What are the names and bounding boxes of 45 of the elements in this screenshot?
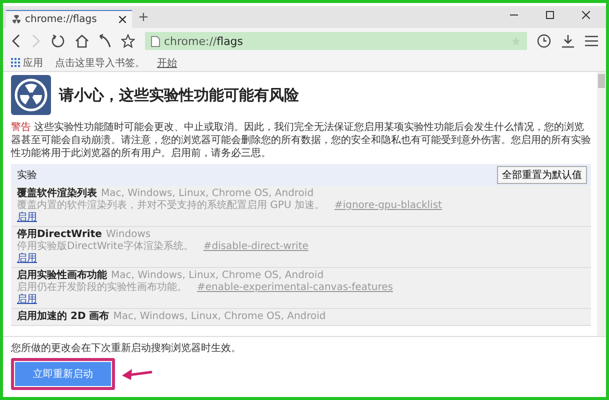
warning-paragraph: 警告 这些实验性功能随时可能会更改、中止或取消。因此，我们完全无法保证您启用某项实验性功能后会发生什么情况，您的浏览器甚至可能会自动崩溃。请注意，您的浏览器可能会删除您的所有数据，您的安全和隐私也有可能受到意外伤害。您启用的所有实验性功能将用于此浏览器的所有用户。启用前，请务必三思。	[11, 121, 591, 160]
experiment-name: 停用DirectWrite	[17, 229, 102, 240]
download-icon[interactable]	[561, 34, 575, 48]
platforms-text: Windows	[106, 229, 151, 240]
warning-title: 请小心，这些实验性功能可能有风险	[59, 86, 299, 104]
import-bookmarks-hint: 点击这里导入书签。	[55, 56, 145, 70]
experiment-description: 覆盖内置的软件渲染列表，并对不受支持的系统配置启用 GPU 加速。	[17, 200, 324, 212]
close-icon[interactable]	[582, 11, 590, 19]
platforms-text: Mac, Windows, Linux, Chrome OS, Android	[101, 188, 314, 200]
platforms-text: Mac, Windows, Linux, Chrome OS, Android	[111, 270, 324, 282]
tab-title: chrome://flags	[25, 14, 98, 25]
apps-shortcut[interactable]: 应用	[11, 56, 43, 70]
grid-icon	[11, 58, 20, 67]
scrollbar-thumb[interactable]	[598, 74, 605, 88]
scrollbar[interactable]	[597, 72, 606, 336]
enable-link[interactable]: 启用	[17, 294, 37, 306]
menu-icon[interactable]	[585, 35, 598, 47]
start-link[interactable]: 开始	[157, 56, 177, 70]
experiment-name: 启用实验性画布功能	[17, 270, 107, 282]
clock-icon[interactable]	[537, 34, 551, 48]
back-icon[interactable]	[11, 34, 21, 48]
enable-link[interactable]: 启用	[17, 253, 37, 265]
radiation-icon	[11, 75, 51, 115]
maximize-icon[interactable]	[546, 11, 554, 19]
new-tab-button[interactable]: +	[138, 10, 149, 24]
experiment-name: 启用加速的 2D 画布	[17, 311, 110, 323]
platforms-text: Mac, Windows, Linux, Chrome OS, Android	[113, 311, 326, 323]
reset-all-button[interactable]: 全部重置为默认值	[497, 166, 587, 184]
restart-note: 您所做的更改会在下次重新启动搜狗浏览器时生效。	[11, 342, 242, 355]
experiment-description: 启用仍在开发阶段的实验性画布功能。	[17, 282, 187, 294]
browser-tab[interactable]: chrome://flags	[6, 10, 132, 28]
close-icon[interactable]	[119, 16, 126, 23]
experiment-name: 覆盖软件渲染列表	[17, 188, 97, 200]
reload-icon[interactable]	[51, 34, 65, 48]
star-icon[interactable]	[121, 34, 135, 48]
enable-link[interactable]: 启用	[17, 212, 37, 224]
section-title: 实验	[17, 168, 37, 182]
radiation-icon	[12, 15, 21, 24]
undo-icon[interactable]	[99, 34, 111, 48]
arrow-icon	[121, 367, 153, 381]
experiment-description: 停用实验版DirectWrite字体渲染系统。	[17, 241, 194, 252]
page-icon	[151, 36, 160, 46]
address-bar[interactable]: chrome://flags	[145, 32, 527, 50]
url-text: chrome://flags	[164, 34, 244, 48]
home-icon[interactable]	[75, 34, 89, 48]
